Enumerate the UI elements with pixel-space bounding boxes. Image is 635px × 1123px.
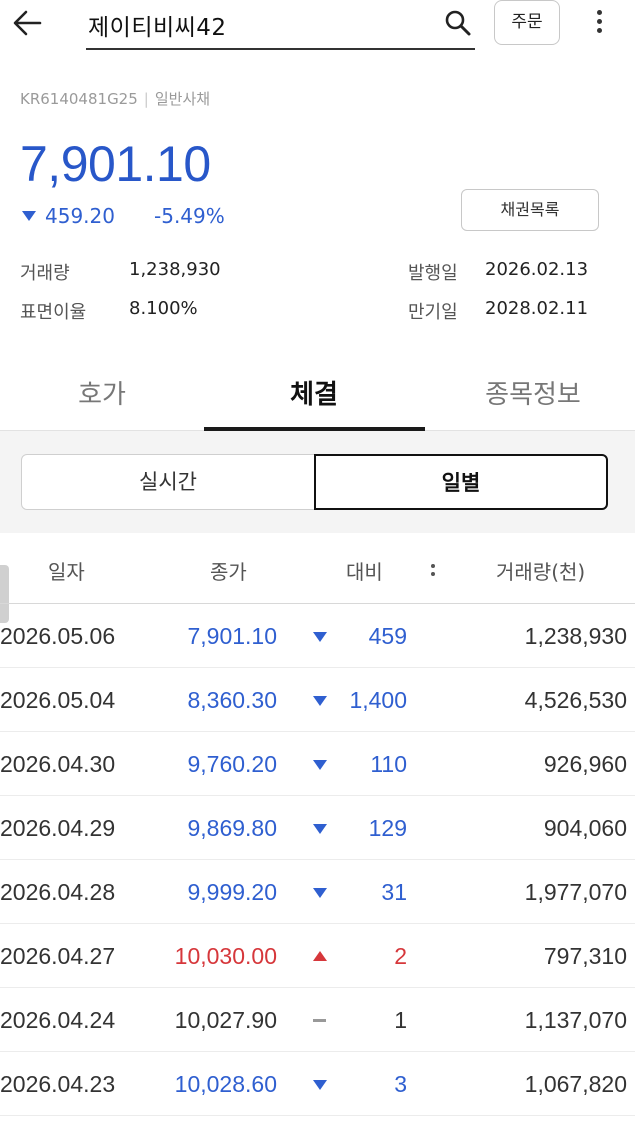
current-price: 7,901.10 (20, 136, 211, 192)
row-close: 10,027.90 (174, 1007, 277, 1033)
row-date: 2026.04.30 (0, 751, 116, 777)
header-volume: 거래량(천) (496, 560, 586, 584)
table-row[interactable]: 2026.04.23 10,028.60 3 1,067,820 (0, 1052, 635, 1116)
down-triangle-icon (313, 824, 327, 834)
search-input[interactable]: 제이티비씨42 (86, 0, 475, 50)
down-triangle-icon (313, 696, 327, 706)
row-volume: 904,060 (543, 815, 627, 841)
row-volume: 797,310 (543, 943, 627, 969)
price-change: 459.20 (45, 204, 115, 228)
table-row[interactable]: 2026.04.24 10,027.90 1 1,137,070 (0, 988, 635, 1052)
row-change: 1 (394, 1007, 407, 1033)
row-date: 2026.04.27 (0, 943, 116, 969)
row-date: 2026.05.04 (0, 687, 116, 713)
row-volume: 4,526,530 (524, 687, 627, 713)
row-date: 2026.04.29 (0, 815, 116, 841)
row-change: 110 (370, 751, 407, 777)
coupon-value: 8.100% (129, 298, 198, 319)
tab-quotes[interactable]: 호가 (0, 374, 204, 411)
segment-realtime[interactable]: 실시간 (21, 454, 315, 510)
row-volume: 1,238,930 (524, 623, 627, 649)
row-date: 2026.05.06 (0, 623, 116, 649)
row-date: 2026.04.28 (0, 879, 116, 905)
header-date: 일자 (48, 560, 85, 584)
segment-daily[interactable]: 일별 (314, 454, 608, 510)
down-triangle-icon (22, 211, 36, 221)
up-triangle-icon (313, 951, 327, 961)
volume-label: 거래량 (20, 263, 70, 284)
down-triangle-icon (313, 632, 327, 642)
row-change: 459 (368, 623, 407, 649)
active-tab-indicator (204, 427, 425, 431)
more-menu-icon[interactable] (588, 6, 610, 42)
row-close: 9,760.20 (187, 751, 277, 777)
bond-code-line: KR6140481G25 | 일반사채 (20, 90, 211, 108)
row-change: 1,400 (349, 687, 407, 713)
row-change: 31 (381, 879, 407, 905)
header-change: 대비 (346, 560, 383, 584)
price-change-rate: -5.49% (154, 204, 225, 228)
table-row[interactable]: 2026.04.29 9,869.80 129 904,060 (0, 796, 635, 860)
bond-category: 일반사채 (154, 90, 211, 108)
column-sort-icon[interactable] (430, 561, 436, 581)
order-button[interactable]: 주문 (494, 0, 560, 45)
bond-list-button[interactable]: 채권목록 (461, 189, 599, 231)
bond-code: KR6140481G25 (20, 90, 138, 108)
row-close: 9,999.20 (187, 879, 277, 905)
row-change: 3 (394, 1071, 407, 1097)
row-date: 2026.04.24 (0, 1007, 116, 1033)
table-row[interactable]: 2026.04.27 10,030.00 2 797,310 (0, 924, 635, 988)
row-volume: 926,960 (543, 751, 627, 777)
tab-stock-info[interactable]: 종목정보 (431, 374, 635, 411)
header-close: 종가 (210, 560, 247, 584)
back-arrow-icon[interactable] (10, 6, 50, 42)
row-change: 2 (394, 943, 407, 969)
issue-date-label: 발행일 (408, 263, 458, 284)
row-volume: 1,137,070 (524, 1007, 627, 1033)
maturity-date-value: 2028.02.11 (485, 298, 589, 319)
search-icon[interactable] (443, 8, 473, 38)
flat-dash-icon (313, 1019, 326, 1022)
table-row[interactable]: 2026.05.06 7,901.10 459 1,238,930 (0, 604, 635, 668)
tab-trades[interactable]: 체결 (212, 374, 416, 411)
issue-date-value: 2026.02.13 (485, 259, 589, 280)
maturity-date-label: 만기일 (408, 302, 458, 323)
row-close: 10,030.00 (174, 943, 277, 969)
row-close: 10,028.60 (174, 1071, 277, 1097)
table-row[interactable]: 2026.05.04 8,360.30 1,400 4,526,530 (0, 668, 635, 732)
down-triangle-icon (313, 888, 327, 898)
row-volume: 1,977,070 (524, 879, 627, 905)
search-query: 제이티비씨42 (88, 15, 227, 41)
row-close: 8,360.30 (187, 687, 277, 713)
row-date: 2026.04.23 (0, 1071, 116, 1097)
coupon-label: 표면이율 (20, 302, 87, 323)
row-change: 129 (368, 815, 407, 841)
volume-value: 1,238,930 (129, 259, 221, 280)
table-row[interactable]: 2026.04.30 9,760.20 110 926,960 (0, 732, 635, 796)
table-row[interactable]: 2026.04.28 9,999.20 31 1,977,070 (0, 860, 635, 924)
down-triangle-icon (313, 760, 327, 770)
down-triangle-icon (313, 1080, 327, 1090)
row-close: 7,901.10 (187, 623, 277, 649)
row-volume: 1,067,820 (524, 1071, 627, 1097)
row-close: 9,869.80 (187, 815, 277, 841)
